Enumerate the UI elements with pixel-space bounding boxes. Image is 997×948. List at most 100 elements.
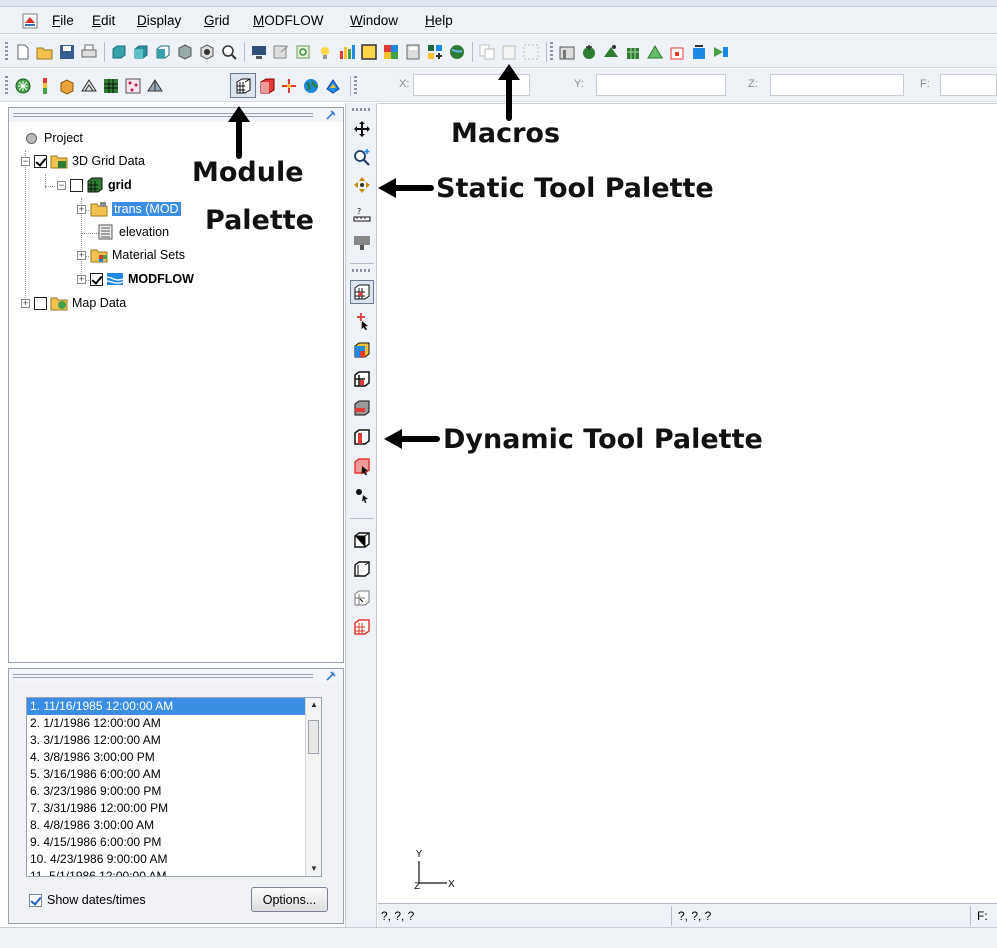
menu-edit[interactable]: Edit	[92, 13, 115, 28]
color-cell-icon[interactable]	[353, 341, 371, 359]
chart-icon[interactable]	[338, 43, 356, 61]
time-step-list[interactable]: 1. 11/16/1985 12:00:00 AM 2. 1/1/1986 12…	[26, 697, 322, 877]
select-point-icon[interactable]	[353, 486, 371, 504]
visibility-checkbox[interactable]	[90, 272, 103, 286]
print-icon[interactable]	[80, 43, 98, 61]
zoom-tool-icon[interactable]	[353, 148, 371, 166]
properties-icon[interactable]	[272, 43, 290, 61]
grid-3d-module-icon[interactable]	[234, 77, 252, 95]
scroll-thumb[interactable]	[308, 720, 319, 754]
list-item[interactable]: 9. 4/15/1986 6:00:00 PM	[27, 834, 321, 851]
list-item[interactable]: 5. 3/16/1986 6:00:00 AM	[27, 766, 321, 783]
copy-disabled-icon[interactable]	[478, 43, 496, 61]
paste-disabled-icon[interactable]	[500, 43, 518, 61]
menu-file[interactable]: File	[52, 13, 74, 28]
tree-material-sets[interactable]: + Material Sets	[77, 245, 185, 265]
macro-color-ramp-icon[interactable]	[382, 43, 400, 61]
show-dates-checkbox[interactable]: Show dates/times	[29, 893, 146, 907]
tin-module-icon[interactable]	[14, 77, 32, 95]
macro-run-icon[interactable]	[712, 43, 730, 61]
panel-header[interactable]	[9, 108, 343, 122]
macro-map-3-icon[interactable]	[624, 43, 642, 61]
macro-map-4-icon[interactable]	[646, 43, 664, 61]
palette-grip[interactable]	[352, 108, 372, 111]
rotate-icon[interactable]	[198, 43, 216, 61]
tree-grid[interactable]: − grid	[57, 175, 132, 195]
visibility-checkbox[interactable]	[34, 154, 47, 168]
refresh-icon[interactable]	[294, 43, 312, 61]
light-icon[interactable]	[316, 43, 334, 61]
z-coord-field[interactable]	[770, 74, 904, 96]
select-cell-icon[interactable]	[353, 283, 371, 301]
menu-window[interactable]: Window	[350, 13, 398, 28]
list-item[interactable]: 10. 4/23/1986 9:00:00 AM	[27, 851, 321, 868]
tree-3d-grid-data[interactable]: − 3D Grid Data	[21, 151, 145, 171]
grid-2d-module-icon[interactable]	[102, 77, 120, 95]
save-icon[interactable]	[58, 43, 76, 61]
globe-icon[interactable]	[448, 43, 466, 61]
grid-add-icon[interactable]	[426, 43, 444, 61]
panel-header[interactable]	[9, 669, 343, 683]
display-options-icon[interactable]	[250, 43, 268, 61]
f-value-field[interactable]	[940, 74, 997, 96]
toolbar-grip[interactable]	[5, 42, 8, 62]
view-front-icon[interactable]	[110, 43, 128, 61]
view-layer-icon[interactable]	[353, 531, 371, 549]
tree-elevation-dataset[interactable]: elevation	[97, 222, 169, 242]
scroll-down-icon[interactable]: ▼	[306, 862, 321, 876]
measure-tool-icon[interactable]: ?	[353, 206, 371, 224]
view-top-icon[interactable]	[154, 43, 172, 61]
view-row-icon[interactable]	[353, 560, 371, 578]
visibility-checkbox[interactable]	[70, 178, 83, 192]
expand-icon[interactable]: +	[21, 298, 30, 308]
checkbox-box[interactable]	[29, 893, 42, 907]
menu-modflow[interactable]: MODFLOW	[253, 13, 324, 28]
view-column-icon[interactable]	[353, 589, 371, 607]
scatter-module-icon[interactable]	[124, 77, 142, 95]
expand-icon[interactable]: +	[77, 250, 86, 260]
options-button[interactable]: Options...	[251, 887, 328, 912]
tree-trans-dataset[interactable]: + trans (MOD	[77, 199, 181, 219]
calculator-icon[interactable]	[404, 43, 422, 61]
list-item[interactable]: 4. 3/8/1986 3:00:00 PM	[27, 749, 321, 766]
macro-map-1-icon[interactable]	[580, 43, 598, 61]
menu-display[interactable]: Display	[137, 13, 181, 28]
annotation-module-icon[interactable]	[258, 77, 276, 95]
visibility-checkbox[interactable]	[34, 296, 47, 310]
list-item[interactable]: 6. 3/23/1986 9:00:00 PM	[27, 783, 321, 800]
solid-module-icon[interactable]	[58, 77, 76, 95]
select-ij-icon[interactable]	[353, 370, 371, 388]
mesh-2d-module-icon[interactable]	[80, 77, 98, 95]
rotate-tool-icon[interactable]	[353, 176, 371, 194]
select-row-icon[interactable]	[353, 399, 371, 417]
particle-module-icon[interactable]	[280, 77, 298, 95]
mesh-3d-module-icon[interactable]	[146, 77, 164, 95]
zoom-icon[interactable]	[220, 43, 238, 61]
pan-icon[interactable]	[353, 120, 371, 138]
macro-map-5-icon[interactable]	[668, 43, 686, 61]
expand-icon[interactable]: +	[77, 274, 86, 284]
list-item[interactable]: 8. 4/8/1986 3:00:00 AM	[27, 817, 321, 834]
tree-project-root[interactable]: Project	[25, 128, 83, 148]
macro-map-2-icon[interactable]	[602, 43, 620, 61]
macro-contour-icon[interactable]	[360, 43, 378, 61]
tree-modflow[interactable]: + MODFLOW	[77, 269, 194, 289]
view-side-icon[interactable]	[132, 43, 150, 61]
gis-module-icon[interactable]	[324, 77, 342, 95]
collapse-icon[interactable]: −	[57, 180, 66, 190]
map-module-icon[interactable]	[302, 77, 320, 95]
list-item[interactable]: 11. 5/1/1986 12:00:00 AM	[27, 868, 321, 876]
graphics-window[interactable]	[378, 103, 997, 903]
cross-section-icon[interactable]	[353, 618, 371, 636]
palette-grip[interactable]	[352, 269, 372, 272]
tree-map-data[interactable]: + Map Data	[21, 293, 126, 313]
build-stack-icon[interactable]	[558, 43, 576, 61]
list-item[interactable]: 2. 1/1/1986 12:00:00 AM	[27, 715, 321, 732]
select-column-icon[interactable]	[353, 428, 371, 446]
borehole-module-icon[interactable]	[36, 77, 54, 95]
select-disabled-icon[interactable]	[522, 43, 540, 61]
y-coord-field[interactable]	[596, 74, 726, 96]
expand-icon[interactable]: +	[77, 204, 86, 214]
select-boundary-icon[interactable]	[353, 457, 371, 475]
list-item[interactable]: 1. 11/16/1985 12:00:00 AM	[27, 698, 321, 715]
